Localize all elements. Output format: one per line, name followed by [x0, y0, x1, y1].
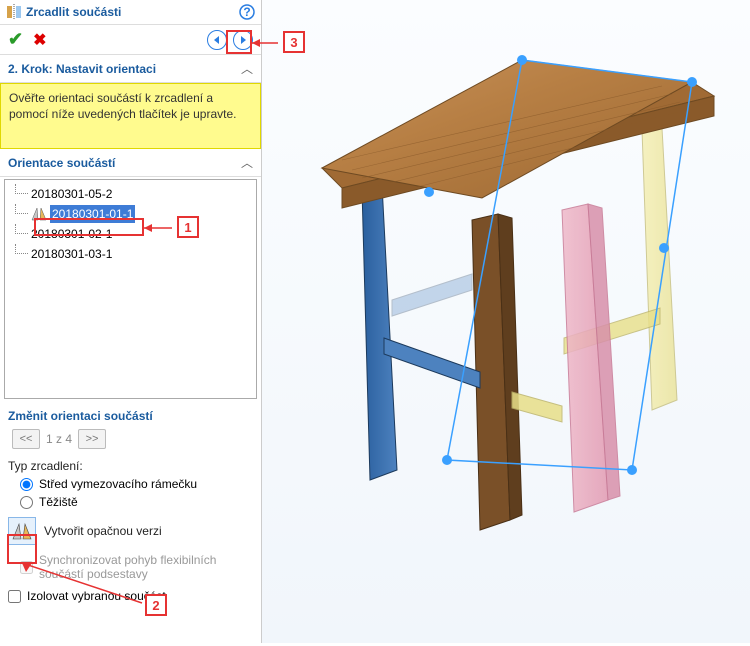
help-icon[interactable]: ? — [239, 4, 255, 20]
callout-3: 3 — [283, 31, 305, 53]
pager-label: 1 z 4 — [46, 432, 72, 446]
callout-2: 2 — [145, 594, 167, 616]
sync-flex-row: Synchronizovat pohyb flexibilních součás… — [0, 551, 261, 583]
mirror-feature-icon — [6, 4, 22, 20]
svg-text:?: ? — [243, 5, 250, 19]
create-opposite-button[interactable] — [8, 517, 36, 545]
cancel-button[interactable]: ✖ — [33, 30, 46, 50]
radio-bbox-input[interactable] — [20, 478, 33, 491]
tree-item-label: 20180301-01-1 — [50, 205, 135, 223]
sync-flex-label: Synchronizovat pohyb flexibilních součás… — [39, 553, 253, 581]
isolate-checkbox[interactable] — [8, 590, 21, 603]
tree-item[interactable]: 20180301-05-2 — [7, 184, 254, 204]
sync-flex-checkbox — [20, 561, 33, 574]
isolate-row[interactable]: Izolovat vybranou součást — [0, 583, 261, 605]
tree-item-label: 20180301-03-1 — [31, 245, 112, 263]
tree-item[interactable]: 20180301-03-1 — [7, 244, 254, 264]
panel-title-bar: Zrcadlit součásti ? — [0, 0, 261, 25]
orientation-header-label: Orientace součástí — [8, 156, 241, 170]
pager-prev-button[interactable]: << — [12, 429, 40, 449]
panel-title: Zrcadlit součásti — [26, 5, 239, 19]
back-button[interactable] — [207, 30, 227, 50]
pager-next-button[interactable]: >> — [78, 429, 106, 449]
radio-label: Střed vymezovacího rámečku — [39, 477, 197, 491]
chevron-up-icon: ︿ — [241, 60, 253, 77]
next-button[interactable] — [233, 30, 253, 50]
change-orientation-header: Změnit orientaci součástí — [0, 407, 261, 427]
part-mirror-icon — [31, 207, 47, 221]
radio-bbox-center[interactable]: Střed vymezovacího rámečku — [0, 475, 261, 493]
ok-button[interactable]: ✔ — [8, 29, 23, 50]
chevron-up-icon: ︿ — [241, 154, 253, 171]
property-panel: Zrcadlit součásti ? ✔ ✖ 2. Krok: Nastavi… — [0, 0, 262, 643]
create-opposite-row: Vytvořit opačnou verzi — [0, 511, 261, 551]
orientation-tree[interactable]: 20180301-05-2 20180301-01-1 20180301-02-… — [4, 179, 257, 399]
tree-item-label: 20180301-02-1 — [31, 225, 112, 243]
create-opposite-label: Vytvořit opačnou verzi — [44, 524, 162, 538]
tree-item[interactable]: 20180301-02-1 — [7, 224, 254, 244]
callout-1: 1 — [177, 216, 199, 238]
tree-item-label: 20180301-05-2 — [31, 185, 112, 203]
nav-buttons — [207, 30, 253, 50]
orientation-header[interactable]: Orientace součástí ︿ — [0, 149, 261, 177]
step-header[interactable]: 2. Krok: Nastavit orientaci ︿ — [0, 55, 261, 83]
orientation-pager: << 1 z 4 >> — [0, 427, 261, 457]
step-label: 2. Krok: Nastavit orientaci — [8, 62, 241, 76]
tree-item[interactable]: 20180301-01-1 — [7, 204, 254, 224]
hint-box: Ověřte orientaci součástí k zrcadlení a … — [0, 83, 261, 149]
action-row: ✔ ✖ — [0, 25, 261, 55]
radio-label: Těžiště — [39, 495, 78, 509]
radio-centroid[interactable]: Těžiště — [0, 493, 261, 511]
graphics-viewport[interactable] — [262, 0, 750, 643]
mirror-type-label: Typ zrcadlení: — [0, 457, 261, 475]
radio-centroid-input[interactable] — [20, 496, 33, 509]
